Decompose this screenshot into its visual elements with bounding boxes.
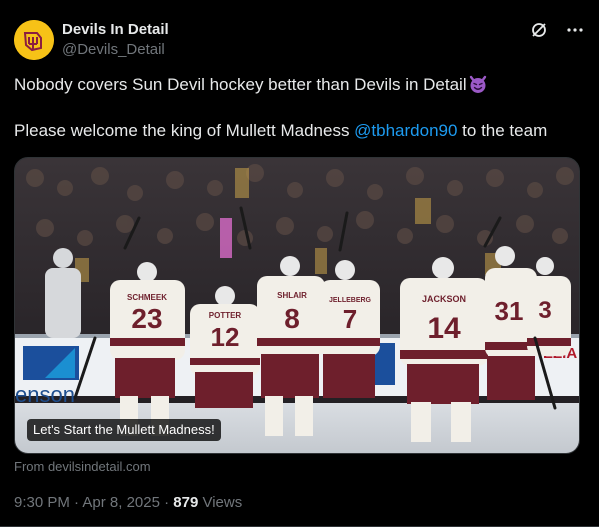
tweet-line-2-post: to the team — [457, 121, 548, 140]
tweet: Devils In Detail @Devils_Detail Nobody c… — [0, 0, 599, 527]
jersey-number-2: 12 — [211, 322, 240, 352]
tweet-line-1: Nobody covers Sun Devil hockey better th… — [14, 74, 585, 96]
card-caption: Let's Start the Mullett Madness! — [27, 419, 221, 441]
avatar[interactable] — [14, 20, 54, 60]
display-name[interactable]: Devils In Detail — [62, 21, 169, 39]
jersey-name-5: JACKSON — [422, 294, 466, 304]
tweet-date[interactable]: Apr 8, 2025 — [82, 494, 160, 511]
jersey-name-1: SCHMEEK — [127, 293, 167, 302]
meta-separator: · — [69, 494, 83, 511]
link-source[interactable]: From devilsindetail.com — [14, 459, 151, 474]
meta-separator: · — [159, 494, 174, 511]
tweet-line-1-text: Nobody covers Sun Devil hockey better th… — [14, 75, 467, 94]
smiling-devil-emoji-icon — [469, 75, 486, 93]
jersey-number-1: 23 — [131, 303, 162, 334]
more-icon[interactable] — [565, 20, 585, 40]
header-actions — [529, 20, 585, 40]
views-count: 879 — [173, 494, 199, 511]
views-label: Views — [198, 494, 243, 511]
hockey-celebration-photo: enson EZIA SCHMEEK 23 — [15, 158, 579, 453]
jersey-number-5: 14 — [427, 312, 461, 345]
tweet-text: Nobody covers Sun Devil hockey better th… — [14, 74, 585, 142]
tweet-meta: 9:30 PM · Apr 8, 2025 · 879 Views — [14, 494, 242, 511]
author-names: Devils In Detail @Devils_Detail — [62, 21, 169, 60]
tweet-line-2: Please welcome the king of Mullett Madne… — [14, 120, 585, 142]
jersey-name-2: POTTER — [209, 311, 242, 320]
grok-icon[interactable] — [529, 20, 549, 40]
jersey-number-6: 31 — [495, 296, 524, 326]
tweet-time[interactable]: 9:30 PM — [14, 494, 70, 511]
jersey-number-7: 3 — [538, 297, 551, 324]
jersey-number-3: 8 — [284, 303, 300, 334]
jersey-number-4: 7 — [343, 304, 357, 334]
tweet-line-2-pre: Please welcome the king of Mullett Madne… — [14, 121, 355, 140]
pitchfork-logo-icon — [14, 20, 54, 60]
mention-link[interactable]: @tbhardon90 — [354, 121, 457, 140]
jersey-name-3: SHLAIR — [277, 291, 307, 300]
handle[interactable]: @Devils_Detail — [62, 40, 169, 60]
link-card-image[interactable]: enson EZIA SCHMEEK 23 — [14, 157, 580, 454]
tweet-header: Devils In Detail @Devils_Detail — [14, 18, 585, 62]
jersey-name-4: JELLEBERG — [329, 297, 372, 304]
